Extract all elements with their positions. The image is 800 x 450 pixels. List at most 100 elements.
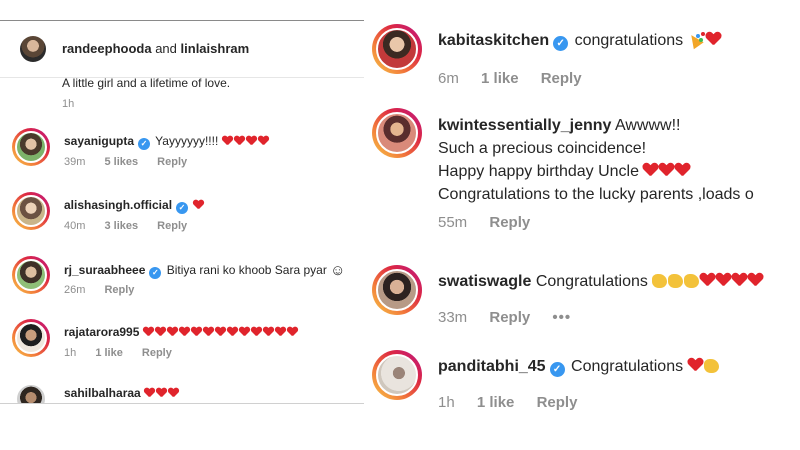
verified-badge-icon: ✓ <box>149 267 162 279</box>
comment-meta: 1h 1 like Reply <box>64 347 188 359</box>
reply-button[interactable]: Reply <box>537 394 578 411</box>
comment-username[interactable]: rj_suraabheee <box>64 263 145 277</box>
comment-line: kabitaskitchen ✓ congratulations <box>438 30 722 52</box>
heart-icon <box>179 327 190 337</box>
divider <box>0 403 364 404</box>
smile-hearts-emoji-icon: ☺ <box>330 262 346 279</box>
heart-icon <box>227 327 238 337</box>
comment-text: Such a precious coincidence! <box>438 140 647 157</box>
comment-username[interactable]: rajatarora995 <box>64 325 139 339</box>
comment-username[interactable]: kabitaskitchen <box>438 32 549 49</box>
clap-icon <box>652 274 668 288</box>
comment-likes[interactable]: 1 like <box>95 347 123 359</box>
reply-button[interactable]: Reply <box>142 347 172 359</box>
comment-likes[interactable]: 3 likes <box>104 220 138 232</box>
comment-text: Congratulations <box>571 358 684 375</box>
reply-button[interactable]: Reply <box>489 214 530 231</box>
heart-icon <box>215 327 226 337</box>
heart-icon <box>263 327 274 337</box>
comment-username[interactable]: sayanigupta <box>64 134 134 148</box>
reply-button[interactable]: Reply <box>157 220 187 232</box>
hearts-emoji <box>700 273 764 290</box>
heart-icon <box>167 327 178 337</box>
avatar[interactable] <box>15 131 47 163</box>
heart-icon <box>688 358 703 372</box>
comment-likes[interactable]: 1 like <box>477 394 515 411</box>
story-ring[interactable] <box>372 108 422 158</box>
comment-username[interactable]: sahilbalharaa <box>64 386 141 400</box>
reply-button[interactable]: Reply <box>541 70 582 87</box>
poster-username-a[interactable]: randeephooda <box>62 41 152 56</box>
reply-button[interactable]: Reply <box>157 156 187 168</box>
header-and: and <box>155 41 177 56</box>
poster-username-b[interactable]: linlaishram <box>181 41 250 56</box>
heart-icon <box>251 327 262 337</box>
reply-button[interactable]: Reply <box>489 309 530 326</box>
comment-time: 26m <box>64 284 86 296</box>
raising-hands-icon <box>703 359 719 373</box>
heart-icon <box>643 163 658 177</box>
heart-icon <box>732 273 747 287</box>
comment-meta: 1h 1 like Reply <box>438 394 595 411</box>
comment-username[interactable]: alishasingh.official <box>64 198 172 212</box>
clap-icon <box>684 274 700 288</box>
more-options-icon[interactable]: ••• <box>552 309 571 326</box>
heart-icon <box>716 273 731 287</box>
comment-likes[interactable]: 1 like <box>481 70 519 87</box>
comment-row: rajatarora995 1h 1 like Reply <box>12 319 364 367</box>
comment-text: Yayyyyyy!!!! <box>155 134 219 148</box>
left-comments-panel: randeephooda and linlaishram A little gi… <box>0 0 364 404</box>
heart-icon <box>287 327 298 337</box>
story-ring[interactable] <box>12 380 50 404</box>
comment-line: swatiswagle Congratulations <box>438 271 764 293</box>
verified-badge-icon: ✓ <box>549 362 565 377</box>
avatar[interactable] <box>15 259 47 291</box>
comment-username[interactable]: kwintessentially_jenny <box>438 117 611 134</box>
comment-row: swatiswagle Congratulations 33m Reply ••… <box>366 265 800 345</box>
avatar[interactable] <box>15 383 47 404</box>
party-popper-icon <box>688 31 706 47</box>
avatar[interactable] <box>376 28 418 70</box>
comment-meta: 6m 1 like Reply <box>438 70 600 87</box>
story-ring[interactable] <box>372 350 422 400</box>
heart-icon <box>748 273 763 287</box>
avatar[interactable] <box>376 112 418 154</box>
comment-line: alishasingh.official ✓ <box>64 198 205 214</box>
hearts-emoji <box>643 163 691 180</box>
comment-row: kwintessentially_jenny Awwww!! Such a pr… <box>366 108 800 258</box>
comment-row: kabitaskitchen ✓ congratulations 6m 1 lik… <box>366 24 800 104</box>
avatar[interactable] <box>376 354 418 396</box>
comment-meta: 40m 3 likes Reply <box>64 220 203 232</box>
comment-username[interactable]: panditabhi_45 <box>438 358 546 375</box>
poster-avatar[interactable] <box>20 36 46 62</box>
comment-line: panditabhi_45 ✓ Congratulations <box>438 356 720 378</box>
comment-line: rj_suraabheee ✓ Bitiya rani ko khoob Sara… <box>64 262 346 279</box>
comment-username[interactable]: swatiswagle <box>438 273 531 290</box>
post-caption: A little girl and a lifetime of love. <box>62 76 231 90</box>
story-ring[interactable] <box>372 24 422 74</box>
avatar[interactable] <box>15 195 47 227</box>
heart-icon <box>144 388 155 398</box>
heart-icon <box>222 136 233 146</box>
post-header: randeephooda and linlaishram <box>0 22 364 78</box>
comment-likes[interactable]: 5 likes <box>104 156 138 168</box>
heart-icon <box>168 388 179 398</box>
avatar[interactable] <box>376 269 418 311</box>
comment-text: Bitiya rani ko khoob Sara pyar <box>166 263 327 277</box>
comment-line: sahilbalharaa <box>64 386 180 400</box>
comment-meta: 39m 5 likes Reply <box>64 156 203 168</box>
story-ring[interactable] <box>12 256 50 294</box>
reply-button[interactable]: Reply <box>104 284 134 296</box>
divider <box>0 20 364 21</box>
story-ring[interactable] <box>372 265 422 315</box>
heart-icon <box>234 136 245 146</box>
heart-icon <box>246 136 257 146</box>
comment-meta: 33m Reply ••• <box>438 309 589 326</box>
heart-icon <box>706 32 721 46</box>
story-ring[interactable] <box>12 192 50 230</box>
heart-icon <box>258 136 269 146</box>
right-comments-panel: kabitaskitchen ✓ congratulations 6m 1 lik… <box>366 10 800 420</box>
story-ring[interactable] <box>12 128 50 166</box>
story-ring[interactable] <box>12 319 50 357</box>
avatar[interactable] <box>15 322 47 354</box>
